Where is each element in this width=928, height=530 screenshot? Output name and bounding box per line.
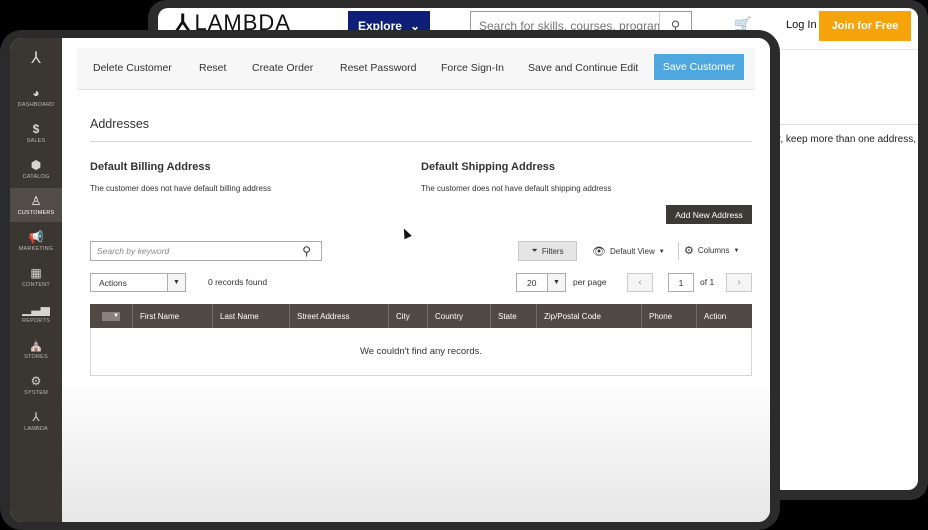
chevron-right-icon: › [737,277,741,288]
filter-icon: ⏷ [531,246,538,255]
keyword-search-placeholder: Search by keyword [97,246,170,256]
chevron-left-icon: ‹ [638,277,642,288]
sidebar-item-label: CONTENT [22,281,50,288]
caret-down-icon: ▼ [102,311,120,321]
column-header[interactable]: Street Address [290,304,389,328]
sidebar-item-label: STORES [24,353,48,360]
sidebar-logo[interactable]: ⅄ [10,42,62,76]
per-page-label: per page [573,277,607,287]
mass-select-checkbox[interactable]: ▼ [90,304,133,328]
sidebar-item-label: DASHBOARD [17,101,55,108]
caret-down-icon: ▼ [658,248,665,255]
admin-sidebar: ⅄ ◕ DASHBOARD $ SALES ⬢ CATALOG ♙ CUSTOM… [10,38,62,522]
column-header[interactable]: Country [428,304,491,328]
column-header[interactable]: Phone [642,304,697,328]
sidebar-item-sales[interactable]: $ SALES [10,116,62,150]
per-page-value: 20 [527,277,537,288]
column-header[interactable]: First Name [133,304,213,328]
cube-icon: ⬢ [30,157,42,172]
admin-screen: ⅄ ◕ DASHBOARD $ SALES ⬢ CATALOG ♙ CUSTOM… [10,38,770,522]
reset-button[interactable]: Reset [199,62,226,74]
addresses-grid: ▼ First Name Last Name Street Address Ci… [90,304,752,376]
divider [90,141,752,142]
default-view-dropdown[interactable]: 👁 Default View ▼ [592,245,665,258]
sidebar-item-label: SYSTEM [24,389,48,396]
page-number-input[interactable]: 1 [668,273,694,292]
divider [772,124,918,125]
caret-down-icon: ▼ [167,274,185,291]
add-new-address-button[interactable]: Add New Address [666,205,752,224]
force-sign-in-button[interactable]: Force Sign-In [441,62,504,74]
actions-select[interactable]: Actions ▼ [90,273,186,292]
column-header: Action [704,311,727,321]
empty-grid-message: We couldn't find any records. [90,328,752,376]
sidebar-item-label: REPORTS [22,317,50,324]
divider [678,242,679,260]
column-header[interactable]: City [389,304,428,328]
sidebar-item-customers[interactable]: ♙ CUSTOMERS [10,188,62,222]
reset-password-button[interactable]: Reset Password [340,62,416,74]
foreground-tablet: ⅄ ◕ DASHBOARD $ SALES ⬢ CATALOG ♙ CUSTOM… [0,30,780,530]
caret-down-icon: ▼ [547,274,565,291]
store-icon: ⛪ [28,337,44,352]
shipping-address-note: The customer does not have default shipp… [421,184,612,193]
billing-address-note: The customer does not have default billi… [90,184,271,193]
create-order-button[interactable]: Create Order [252,62,313,74]
previous-page-button[interactable]: ‹ [627,273,653,292]
page-total: of 1 [700,277,715,287]
save-and-continue-button[interactable]: Save and Continue Edit [528,62,638,74]
sidebar-item-marketing[interactable]: 📢 MARKETING [10,224,62,258]
section-title: Addresses [90,117,150,131]
actions-label: Actions [99,277,127,288]
lambda-icon: ⅄ [32,409,40,424]
search-icon[interactable]: ⚲ [302,244,311,258]
person-icon: ♙ [30,193,42,208]
sidebar-item-stores[interactable]: ⛪ STORES [10,332,62,366]
eye-icon: 👁 [592,246,606,258]
filters-label: Filters [541,246,564,256]
column-header[interactable]: State [491,304,537,328]
per-page-select[interactable]: 20 ▼ [516,273,566,292]
body-text: er, keep more than one address, [772,134,916,145]
column-header[interactable]: Zip/Postal Code [537,304,642,328]
filters-button[interactable]: ⏷ Filters [518,241,577,261]
dollar-icon: $ [32,121,40,136]
columns-dropdown[interactable]: ⚙ Columns ▼ [684,244,739,257]
sidebar-item-reports[interactable]: ▁▃▅ REPORTS [10,296,62,330]
records-count: 0 records found [208,277,268,287]
save-customer-button[interactable]: Save Customer [654,54,744,80]
default-view-label: Default View [609,247,655,256]
sidebar-item-label: CATALOG [22,173,50,180]
gear-icon: ⚙ [30,373,42,388]
shipping-address-heading: Default Shipping Address [421,161,556,173]
content-icon: ▦ [30,265,42,280]
sidebar-item-catalog[interactable]: ⬢ CATALOG [10,152,62,186]
gear-icon: ⚙ [684,245,694,257]
sidebar-item-dashboard[interactable]: ◕ DASHBOARD [10,80,62,114]
megaphone-icon: 📢 [28,229,44,244]
caret-down-icon: ▼ [733,247,740,254]
sidebar-item-label: CUSTOMERS [17,209,55,216]
sidebar-item-label: LAMBDA [24,425,48,432]
login-link[interactable]: Log In [786,19,817,31]
sidebar-item-content[interactable]: ▦ CONTENT [10,260,62,294]
main-content: Delete Customer Reset Create Order Reset… [62,38,770,522]
sidebar-item-label: MARKETING [18,245,54,252]
next-page-button[interactable]: › [726,273,752,292]
billing-address-heading: Default Billing Address [90,161,211,173]
join-button[interactable]: Join for Free [819,11,911,41]
delete-customer-button[interactable]: Delete Customer [93,62,172,74]
sidebar-item-label: SALES [26,137,46,144]
grid-header-row: ▼ First Name Last Name Street Address Ci… [90,304,752,328]
sidebar-item-lambda[interactable]: ⅄ LAMBDA [10,404,62,438]
mouse-cursor-icon [400,226,412,240]
page-actions-toolbar: Delete Customer Reset Create Order Reset… [77,48,755,90]
column-header[interactable]: Last Name [213,304,290,328]
dashboard-icon: ◕ [32,85,40,100]
sidebar-item-system[interactable]: ⚙ SYSTEM [10,368,62,402]
lambda-logo-icon: ⅄ [31,50,41,67]
bar-chart-icon: ▁▃▅ [22,301,50,316]
keyword-search-input[interactable]: Search by keyword ⚲ [90,241,322,261]
columns-label: Columns [697,246,730,255]
